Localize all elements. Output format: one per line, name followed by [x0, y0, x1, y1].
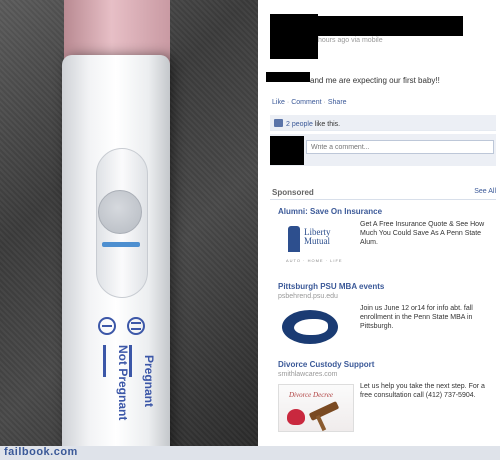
- likes-bar: 2 people like this.: [270, 115, 496, 131]
- divorce-decree-image[interactable]: Divorce Decree: [278, 384, 354, 432]
- logo-text: Liberty Mutual: [304, 227, 331, 246]
- statue-icon: [288, 226, 300, 252]
- logo-subtext: AUTO · HOME · LIFE: [286, 258, 343, 263]
- pregnant-label: Pregnant: [142, 355, 156, 408]
- sponsored-heading: Sponsored: [272, 188, 314, 197]
- indicator-bar: [103, 345, 106, 377]
- divider: [270, 199, 496, 200]
- gavel-icon: [308, 401, 340, 421]
- thumbs-up-icon: [274, 119, 283, 127]
- ad-body-divorce: Let us help you take the next step. For …: [360, 383, 485, 399]
- separator-dot: ·: [286, 99, 290, 106]
- result-line: [102, 242, 140, 247]
- separator-dot: ·: [323, 99, 326, 106]
- see-all-link[interactable]: See All: [474, 188, 496, 195]
- ad-url-divorce[interactable]: smithlawcares.com: [278, 371, 338, 378]
- redacted-commenter-avatar: [270, 136, 304, 165]
- comment-link[interactable]: Comment: [291, 99, 321, 106]
- redacted-profile-photo: [270, 14, 318, 59]
- post-actions: Like · Comment · Share: [272, 99, 347, 106]
- ad-title-insurance[interactable]: Alumni: Save On Insurance: [278, 207, 382, 216]
- ad-body-insurance: Get A Free Insurance Quote & See How Muc…: [360, 221, 485, 246]
- pregnancy-test-photo: Pregnant Not Pregnant: [0, 0, 258, 448]
- ad-title-mba[interactable]: Pittsburgh PSU MBA events: [278, 282, 384, 291]
- likes-suffix: like this.: [314, 121, 341, 128]
- penn-state-lion-logo-image[interactable]: [278, 306, 354, 348]
- share-link[interactable]: Share: [328, 99, 347, 106]
- decree-text: Divorce Decree: [289, 391, 333, 399]
- ad-body-mba: Join us June 12 or14 for info abt. fall …: [360, 305, 473, 330]
- control-circle: [98, 190, 142, 234]
- ad-url-mba[interactable]: psbehrend.psu.edu: [278, 293, 338, 300]
- like-link[interactable]: Like: [272, 99, 285, 106]
- heart-icon: [287, 409, 305, 425]
- gavel-handle: [315, 414, 327, 432]
- redacted-user-name: [316, 16, 463, 36]
- nittany-lion-icon: [294, 319, 328, 335]
- liberty-mutual-logo-image[interactable]: Liberty Mutual AUTO · HOME · LIFE: [278, 220, 354, 272]
- failbook-watermark: failbook.com: [4, 446, 78, 458]
- facebook-panel: hours ago via mobile and me are expectin…: [258, 0, 500, 448]
- ad-title-divorce[interactable]: Divorce Custody Support: [278, 360, 374, 369]
- likes-count-link[interactable]: 2 people: [286, 121, 313, 128]
- not-pregnant-symbol-icon: [98, 317, 116, 335]
- status-text: and me are expecting our first baby!!: [310, 76, 440, 85]
- redacted-tagged-name: [266, 72, 310, 82]
- post-timestamp: hours ago via mobile: [318, 37, 383, 44]
- not-pregnant-label: Not Pregnant: [116, 345, 130, 421]
- comment-input[interactable]: [306, 140, 494, 154]
- pregnant-symbol-icon: [127, 317, 145, 335]
